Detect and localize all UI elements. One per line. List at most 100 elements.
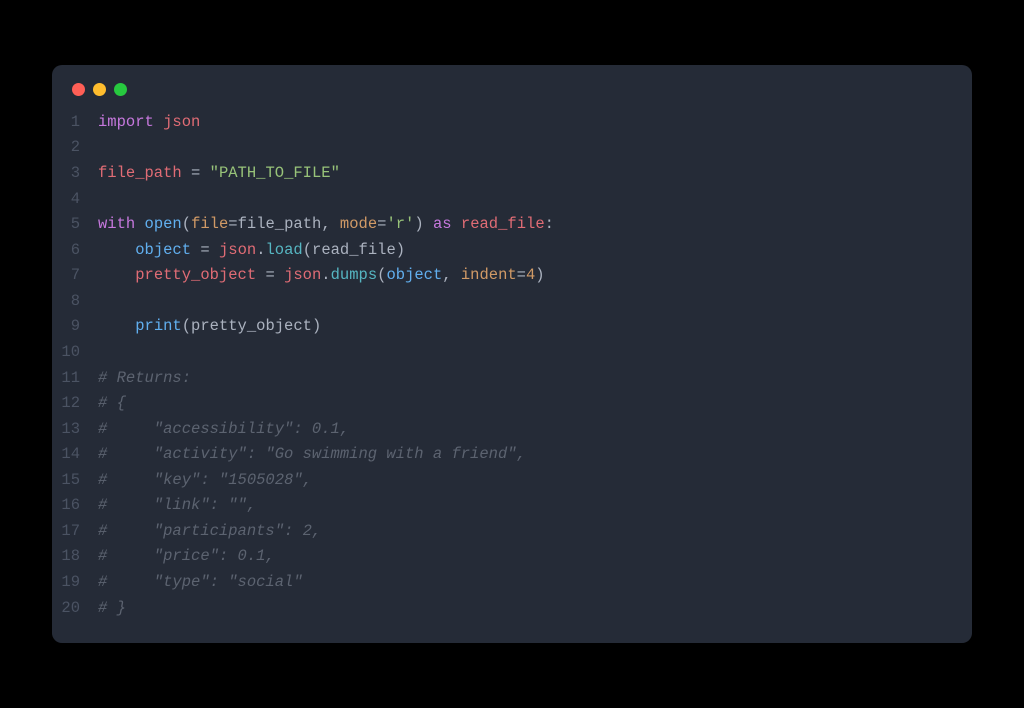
token-plain bbox=[182, 164, 191, 182]
token-id: json bbox=[284, 266, 321, 284]
token-str: 'r' bbox=[386, 215, 414, 233]
token-op: . bbox=[321, 266, 330, 284]
line-content: # "accessibility": 0.1, bbox=[98, 417, 349, 443]
line-number: 14 bbox=[52, 442, 98, 468]
line-content: # "activity": "Go swimming with a friend… bbox=[98, 442, 526, 468]
token-op: = bbox=[228, 215, 237, 233]
token-id: json bbox=[163, 113, 200, 131]
minimize-icon[interactable] bbox=[93, 83, 106, 96]
code-editor[interactable]: 1import json23file_path = "PATH_TO_FILE"… bbox=[52, 110, 972, 621]
token-id: read_file bbox=[461, 215, 545, 233]
token-op: . bbox=[256, 241, 265, 259]
token-call: load bbox=[266, 241, 303, 259]
token-fn: object bbox=[135, 241, 191, 259]
token-plain bbox=[191, 241, 200, 259]
token-plain bbox=[424, 215, 433, 233]
line-content: pretty_object = json.dumps(object, inden… bbox=[98, 263, 545, 289]
token-fn: object bbox=[386, 266, 442, 284]
line-number: 8 bbox=[52, 289, 98, 315]
token-id: pretty_object bbox=[135, 266, 256, 284]
token-op: ) bbox=[414, 215, 423, 233]
token-cmnt: # Returns: bbox=[98, 369, 191, 387]
line-content: import json bbox=[98, 110, 200, 136]
token-id: file_path bbox=[98, 164, 182, 182]
token-plain bbox=[452, 215, 461, 233]
code-line: 7 pretty_object = json.dumps(object, ind… bbox=[52, 263, 972, 289]
line-number: 7 bbox=[52, 263, 98, 289]
line-number: 13 bbox=[52, 417, 98, 443]
line-content: # { bbox=[98, 391, 126, 417]
token-op: = bbox=[265, 266, 274, 284]
token-cmnt: # } bbox=[98, 599, 126, 617]
code-line: 2 bbox=[52, 135, 972, 161]
line-number: 1 bbox=[52, 110, 98, 136]
line-number: 9 bbox=[52, 314, 98, 340]
token-call: dumps bbox=[331, 266, 378, 284]
code-line: 10 bbox=[52, 340, 972, 366]
line-content: object = json.load(read_file) bbox=[98, 238, 405, 264]
zoom-icon[interactable] bbox=[114, 83, 127, 96]
token-cmnt: # "key": "1505028", bbox=[98, 471, 312, 489]
token-plain bbox=[154, 113, 163, 131]
line-content: # "price": 0.1, bbox=[98, 544, 275, 570]
line-content: # "link": "", bbox=[98, 493, 256, 519]
token-plain bbox=[200, 164, 209, 182]
line-number: 19 bbox=[52, 570, 98, 596]
token-str: "PATH_TO_FILE" bbox=[210, 164, 340, 182]
line-content: print(pretty_object) bbox=[98, 314, 321, 340]
code-line: 6 object = json.load(read_file) bbox=[52, 238, 972, 264]
line-content: # "participants": 2, bbox=[98, 519, 321, 545]
token-op: , bbox=[442, 266, 461, 284]
token-id: json bbox=[219, 241, 256, 259]
token-op: ) bbox=[312, 317, 321, 335]
code-line: 17# "participants": 2, bbox=[52, 519, 972, 545]
code-line: 18# "price": 0.1, bbox=[52, 544, 972, 570]
line-number: 17 bbox=[52, 519, 98, 545]
code-line: 5with open(file=file_path, mode='r') as … bbox=[52, 212, 972, 238]
token-op: = bbox=[200, 241, 209, 259]
token-param: indent bbox=[461, 266, 517, 284]
token-plain: pretty_object bbox=[191, 317, 312, 335]
token-op: = bbox=[517, 266, 526, 284]
line-content: # Returns: bbox=[98, 366, 191, 392]
token-cmnt: # "price": 0.1, bbox=[98, 547, 275, 565]
token-plain: read_file bbox=[312, 241, 396, 259]
code-line: 4 bbox=[52, 187, 972, 213]
token-op: ) bbox=[396, 241, 405, 259]
token-cmnt: # "type": "social" bbox=[98, 573, 303, 591]
line-number: 2 bbox=[52, 135, 98, 161]
token-op: ) bbox=[535, 266, 544, 284]
token-op: ( bbox=[303, 241, 312, 259]
token-kw: as bbox=[433, 215, 452, 233]
code-line: 15# "key": "1505028", bbox=[52, 468, 972, 494]
token-kw: with bbox=[98, 215, 135, 233]
code-line: 9 print(pretty_object) bbox=[52, 314, 972, 340]
line-content: file_path = "PATH_TO_FILE" bbox=[98, 161, 340, 187]
code-line: 20# } bbox=[52, 596, 972, 622]
token-cmnt: # "link": "", bbox=[98, 496, 256, 514]
code-line: 8 bbox=[52, 289, 972, 315]
token-plain bbox=[210, 241, 219, 259]
window-titlebar bbox=[52, 83, 972, 110]
token-fn: open bbox=[145, 215, 182, 233]
code-line: 19# "type": "social" bbox=[52, 570, 972, 596]
token-op: , bbox=[321, 215, 340, 233]
token-plain bbox=[275, 266, 284, 284]
close-icon[interactable] bbox=[72, 83, 85, 96]
line-content: # } bbox=[98, 596, 126, 622]
line-content: # "type": "social" bbox=[98, 570, 303, 596]
line-number: 12 bbox=[52, 391, 98, 417]
line-number: 6 bbox=[52, 238, 98, 264]
line-number: 5 bbox=[52, 212, 98, 238]
line-number: 3 bbox=[52, 161, 98, 187]
token-plain bbox=[135, 215, 144, 233]
token-param: file bbox=[191, 215, 228, 233]
token-kw: import bbox=[98, 113, 154, 131]
code-line: 3file_path = "PATH_TO_FILE" bbox=[52, 161, 972, 187]
token-num: 4 bbox=[526, 266, 535, 284]
token-plain: file_path bbox=[238, 215, 322, 233]
code-line: 14# "activity": "Go swimming with a frie… bbox=[52, 442, 972, 468]
line-number: 15 bbox=[52, 468, 98, 494]
line-number: 11 bbox=[52, 366, 98, 392]
line-content: with open(file=file_path, mode='r') as r… bbox=[98, 212, 554, 238]
